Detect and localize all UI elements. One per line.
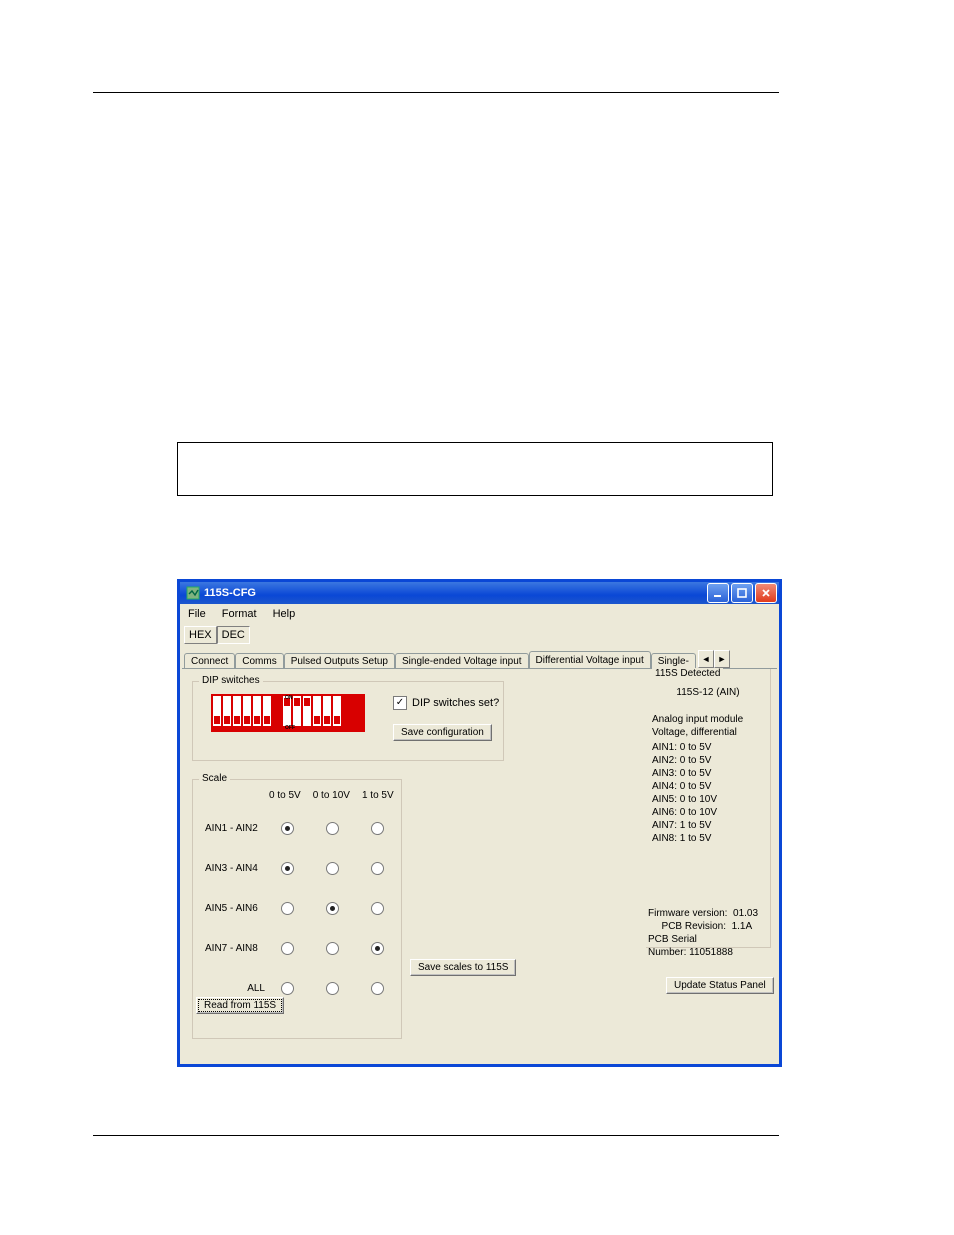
read-from-115s-button[interactable]: Read from 115S (196, 997, 284, 1014)
checkbox-icon: ✓ (393, 696, 407, 710)
scale-row-label: AIN5 - AIN6 (205, 903, 273, 914)
scale-radio[interactable] (281, 902, 294, 915)
dip-on-label: ON (285, 695, 293, 701)
scale-row-label: AIN1 - AIN2 (205, 823, 273, 834)
ain-status-line: AIN2: 0 to 5V (652, 754, 743, 767)
scale-radio[interactable] (326, 822, 339, 835)
tab-panel: DIP switches ON OFF ✓ DIP switches set? … (182, 668, 777, 1062)
dip-switch[interactable] (213, 696, 221, 726)
scale-radio[interactable] (281, 982, 294, 995)
tab-differential-voltage[interactable]: Differential Voltage input (529, 651, 651, 668)
scale-radio[interactable] (371, 822, 384, 835)
dip-switches-set-checkbox[interactable]: ✓ DIP switches set? (393, 696, 499, 710)
detected-model: 115S-12 (AIN) (646, 687, 770, 698)
maximize-button[interactable] (731, 583, 753, 603)
tab-single-ended-voltage[interactable]: Single-ended Voltage input (395, 653, 529, 669)
tab-scroll-left[interactable]: ◄ (698, 650, 714, 668)
dip-switch[interactable] (323, 696, 331, 726)
tab-scroll-right[interactable]: ► (714, 650, 730, 668)
scale-radio[interactable] (371, 862, 384, 875)
scale-legend: Scale (199, 773, 230, 784)
dip-switch[interactable] (263, 696, 271, 726)
scale-radio[interactable] (371, 902, 384, 915)
dip-switches-group: DIP switches ON OFF ✓ DIP switches set? … (192, 681, 504, 761)
dip-switch[interactable] (293, 696, 301, 726)
menu-file[interactable]: File (184, 608, 210, 620)
dip-switch[interactable] (303, 696, 311, 726)
dip-switch[interactable] (233, 696, 241, 726)
scale-radio[interactable] (281, 862, 294, 875)
menu-format[interactable]: Format (218, 608, 261, 620)
dip-switch[interactable] (313, 696, 321, 726)
update-status-panel-button[interactable]: Update Status Panel (666, 977, 774, 994)
scale-radio[interactable] (371, 982, 384, 995)
scale-radio[interactable] (281, 822, 294, 835)
close-button[interactable] (755, 583, 777, 603)
scale-col-0to10v: 0 to 10V (313, 790, 350, 801)
dip-check-label: DIP switches set? (412, 697, 499, 709)
dip-switch[interactable] (223, 696, 231, 726)
sn-value: 11051888 (689, 947, 733, 958)
scale-radio[interactable] (281, 942, 294, 955)
scale-radio[interactable] (371, 942, 384, 955)
pcb-value: 1.1A (732, 921, 753, 932)
ain-status-line: AIN7: 1 to 5V (652, 819, 743, 832)
tab-connect[interactable]: Connect (184, 653, 235, 669)
dip-switch-bank: ON OFF (211, 694, 365, 732)
window-title: 115S-CFG (204, 587, 256, 599)
scale-row-label: AIN3 - AIN4 (205, 863, 273, 874)
scale-radio[interactable] (326, 902, 339, 915)
detected-legend: 115S Detected (652, 668, 723, 679)
menu-help[interactable]: Help (269, 608, 300, 620)
titlebar[interactable]: 115S-CFG (180, 582, 779, 604)
fw-value: 01.03 (733, 908, 758, 919)
detected-desc1: Analog input module (652, 713, 743, 726)
dip-switch[interactable] (333, 696, 341, 726)
dip-off-label: OFF (285, 725, 295, 731)
tabstrip: Connect Comms Pulsed Outputs Setup Singl… (180, 646, 779, 668)
hex-toggle[interactable]: HEX (184, 626, 217, 644)
minimize-button[interactable] (707, 583, 729, 603)
toolbar: HEX DEC (180, 624, 779, 646)
app-icon (186, 586, 200, 600)
scale-radio[interactable] (326, 862, 339, 875)
tab-single-cut[interactable]: Single- (651, 653, 696, 669)
save-configuration-button[interactable]: Save configuration (393, 724, 492, 741)
detected-desc2: Voltage, differential (652, 726, 743, 739)
app-window: 115S-CFG File Format Help HEX DEC Connec… (177, 579, 782, 1067)
menubar: File Format Help (180, 604, 779, 624)
ain-status-line: AIN6: 0 to 10V (652, 806, 743, 819)
tab-pulsed-outputs[interactable]: Pulsed Outputs Setup (284, 653, 395, 669)
dip-switch[interactable] (243, 696, 251, 726)
dec-toggle[interactable]: DEC (217, 626, 250, 644)
fw-label: Firmware version: (648, 908, 727, 919)
ain-status-line: AIN8: 1 to 5V (652, 832, 743, 845)
scale-row-label: ALL (205, 983, 273, 994)
ain-status-line: AIN3: 0 to 5V (652, 767, 743, 780)
scale-col-1to5v: 1 to 5V (362, 790, 394, 801)
ain-status-line: AIN4: 0 to 5V (652, 780, 743, 793)
scale-radio[interactable] (326, 982, 339, 995)
ain-status-line: AIN5: 0 to 10V (652, 793, 743, 806)
dip-switch[interactable] (253, 696, 261, 726)
pcb-label: PCB Revision: (648, 920, 726, 933)
save-scales-button[interactable]: Save scales to 115S (410, 959, 516, 976)
tab-comms[interactable]: Comms (235, 653, 283, 669)
scale-row-label: AIN7 - AIN8 (205, 943, 273, 954)
dip-legend: DIP switches (199, 675, 263, 686)
scale-radio[interactable] (326, 942, 339, 955)
ain-status-line: AIN1: 0 to 5V (652, 741, 743, 754)
scale-col-0to5v: 0 to 5V (269, 790, 301, 801)
